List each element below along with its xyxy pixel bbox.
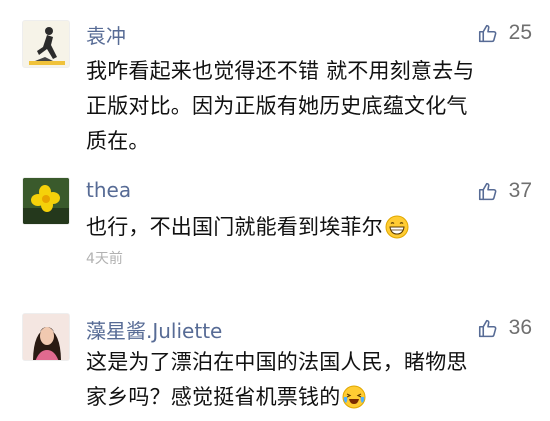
like-count: 36 (508, 316, 532, 339)
commenter-name[interactable]: 藻星酱.Juliette (86, 315, 222, 344)
commenter-name[interactable]: thea (86, 178, 131, 202)
like-button[interactable]: 25 (478, 21, 532, 45)
crying-laughing-face-icon (342, 385, 366, 409)
comment-line-text: 家乡吗？感觉挺省机票钱的 (86, 385, 341, 409)
comment-item: thea 37 也行，不出国门就能看到埃菲尔 4天前 (0, 170, 550, 310)
like-button[interactable]: 36 (478, 316, 532, 340)
comment-line: 质在。 (86, 129, 150, 153)
like-button[interactable]: 37 (478, 179, 532, 203)
thumbs-up-icon (478, 182, 497, 200)
like-count: 25 (508, 21, 532, 44)
comment-item: 袁冲 25 我咋看起来也觉得还不错 就不用刻意去与 正版对比。因为正版有她历史底… (0, 0, 550, 170)
yellow-flower-avatar[interactable] (22, 177, 70, 225)
like-count: 37 (508, 179, 532, 202)
comment-line: 家乡吗？感觉挺省机票钱的 (86, 380, 531, 415)
comment-line: 这是为了漂泊在中国的法国人民，睹物思 (86, 350, 468, 374)
comment-line: 我咋看起来也觉得还不错 就不用刻意去与 (86, 59, 475, 83)
comment-text: 我咋看起来也觉得还不错 就不用刻意去与 正版对比。因为正版有她历史底蕴文化气 质… (86, 54, 531, 159)
comment-text: 也行，不出国门就能看到埃菲尔 (86, 210, 531, 245)
comment-text: 这是为了漂泊在中国的法国人民，睹物思 家乡吗？感觉挺省机票钱的 (86, 345, 531, 415)
comment-timestamp: 4天前 (86, 251, 123, 267)
grinning-face-icon (385, 215, 409, 239)
comment-line: 正版对比。因为正版有她历史底蕴文化气 (86, 94, 468, 118)
commenter-name[interactable]: 袁冲 (86, 20, 126, 49)
thumbs-up-icon (478, 319, 497, 337)
comment-line: 也行，不出国门就能看到埃菲尔 (86, 215, 383, 239)
comment-item: 藻星酱.Juliette 36 这是为了漂泊在中国的法国人民，睹物思 家乡吗？感… (0, 310, 550, 421)
yoga-person-avatar[interactable] (22, 20, 70, 68)
thumbs-up-icon (478, 24, 497, 42)
woman-portrait-avatar[interactable] (22, 313, 70, 361)
